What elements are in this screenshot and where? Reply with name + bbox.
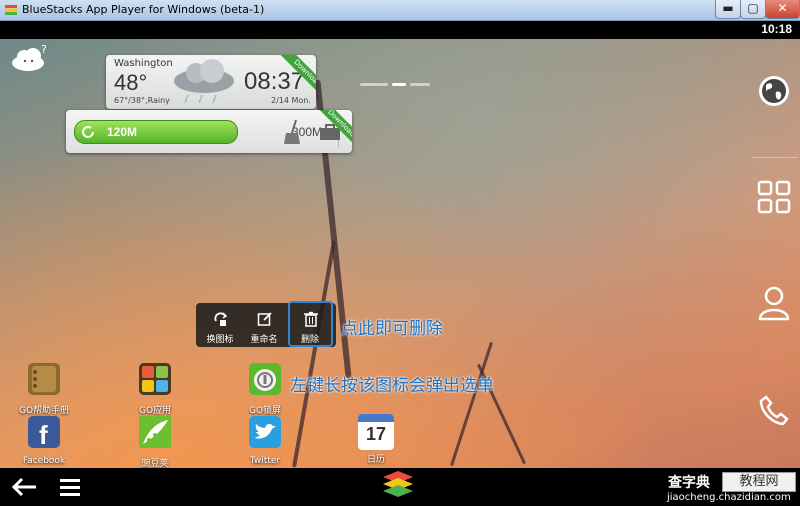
annotation-delete-hint: 点此即可删除 <box>341 319 443 339</box>
window-title: BlueStacks App Player for Windows (beta-… <box>22 3 265 16</box>
weather-time: 08:37 <box>244 68 305 95</box>
back-arrow-icon[interactable] <box>10 475 38 499</box>
app-label: Facebook <box>22 456 66 466</box>
window-titlebar: BlueStacks App Player for Windows (beta-… <box>0 0 800 21</box>
go-apps-icon <box>139 363 171 395</box>
page-indicator <box>360 83 430 87</box>
swap-icon <box>214 312 228 326</box>
weather-city: Washington <box>114 58 173 69</box>
bluestacks-home-icon[interactable] <box>380 469 416 503</box>
contacts-icon[interactable] <box>757 285 791 321</box>
weather-range: 67°/38°,Rainy <box>114 96 170 105</box>
wallpaper-stem <box>449 341 494 467</box>
app-calendar[interactable]: 17 日历 <box>346 414 406 465</box>
calendar-icon: 17 <box>358 414 394 450</box>
minimize-button[interactable]: ▬ <box>715 0 741 19</box>
app-go-apps[interactable]: GO应用 <box>125 361 185 416</box>
twitter-icon <box>249 416 281 448</box>
svg-text:f: f <box>39 420 48 450</box>
refresh-icon <box>82 126 94 138</box>
app-twitter[interactable]: Twitter <box>235 414 295 466</box>
annotation-longpress-hint: 左键长按该图标会弹出选单 <box>290 376 494 396</box>
wandoujia-icon <box>139 416 171 448</box>
weather-widget[interactable]: Washington 48° 67°/38°,Rainy 08:37 2/14 … <box>106 55 316 109</box>
watermark-url: jiaocheng.chazidian.com <box>667 492 791 503</box>
memory-usage-bar: 120M <box>74 120 238 144</box>
weather-date: 2/14 Mon. <box>271 96 311 105</box>
watermark-box: 教程网 <box>722 472 796 492</box>
close-button[interactable]: ✕ <box>765 0 800 19</box>
go-help-icon <box>28 363 60 395</box>
watermark-brand: 查字典 <box>668 475 710 491</box>
wallpaper-stem <box>292 240 336 468</box>
menu-icon[interactable] <box>58 476 82 498</box>
app-wandoujia[interactable]: 豌豆荚 <box>125 414 185 469</box>
memory-widget[interactable]: 120M 300M Download <box>66 110 352 153</box>
globe-icon[interactable] <box>757 74 791 108</box>
app-label: Twitter <box>249 456 281 466</box>
memory-used: 120M <box>107 125 138 139</box>
bluestacks-app-icon <box>5 5 17 15</box>
cloud-help-icon[interactable]: ? <box>10 43 50 73</box>
ctx-label: 换图标 <box>206 335 234 345</box>
broom-icon[interactable] <box>278 117 308 147</box>
weather-temperature: 48° <box>114 70 148 95</box>
ctx-rename-item[interactable]: 重命名 <box>242 303 286 347</box>
calendar-day: 17 <box>365 424 387 444</box>
app-label: 日历 <box>366 455 385 465</box>
facebook-icon: f <box>28 416 60 450</box>
app-facebook[interactable]: f Facebook <box>14 414 74 466</box>
status-bar: 10:18 <box>0 21 800 39</box>
rail-divider <box>752 157 798 158</box>
app-go-locker[interactable]: GO锁屏 <box>235 361 295 416</box>
svg-text:?: ? <box>41 43 47 56</box>
edit-icon <box>257 312 272 326</box>
ctx-label: 重命名 <box>250 335 278 345</box>
ctx-change-icon-item[interactable]: 换图标 <box>198 303 242 347</box>
phone-icon[interactable] <box>758 394 790 426</box>
maximize-button[interactable]: ▢ <box>740 0 766 19</box>
app-drawer-icon[interactable] <box>757 180 791 214</box>
rain-cloud-icon <box>174 59 234 104</box>
go-locker-icon <box>249 363 281 395</box>
status-clock: 10:18 <box>761 22 792 36</box>
delete-highlight-box <box>288 301 333 347</box>
app-go-help[interactable]: GO帮助手册 <box>14 361 74 416</box>
